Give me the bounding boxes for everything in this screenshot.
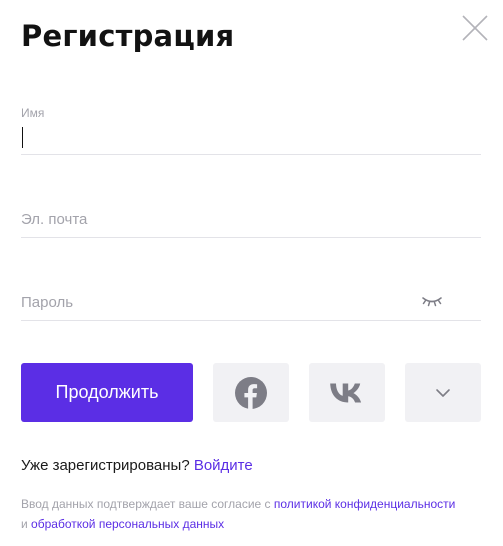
chevron-down-icon: [436, 388, 450, 397]
login-prompt: Уже зарегистрированы? Войдите: [21, 457, 253, 474]
password-input[interactable]: [21, 283, 485, 322]
login-link[interactable]: Войдите: [194, 457, 253, 474]
facebook-icon: [235, 376, 267, 409]
vk-icon: [330, 383, 362, 402]
facebook-login-button[interactable]: [213, 363, 289, 422]
password-field[interactable]: Пароль: [21, 283, 485, 322]
dialog-title: Регистрация: [21, 19, 235, 53]
email-field[interactable]: Эл. почта: [21, 200, 485, 239]
close-icon: [462, 15, 488, 41]
data-processing-link[interactable]: обработкой персональных данных: [31, 517, 224, 531]
registration-dialog: Регистрация Имя Эл. почта Пароль Продолж…: [0, 0, 503, 546]
continue-button[interactable]: Продолжить: [21, 363, 193, 422]
email-input[interactable]: [21, 200, 485, 239]
close-button[interactable]: [460, 13, 490, 43]
name-field[interactable]: Имя: [21, 100, 485, 156]
eye-closed-icon: [422, 297, 442, 307]
privacy-policy-link[interactable]: политикой конфиденциальности: [274, 497, 455, 511]
consent-text: Ввод данных подтверждает ваше согласие с…: [21, 494, 461, 534]
show-password-toggle[interactable]: [421, 294, 443, 308]
more-login-options-button[interactable]: [405, 363, 481, 422]
name-input[interactable]: [21, 100, 485, 156]
consent-text-before: Ввод данных подтверждает ваше согласие с: [21, 497, 274, 511]
consent-text-middle: и: [21, 517, 32, 531]
login-prompt-text: Уже зарегистрированы?: [21, 457, 194, 474]
vk-login-button[interactable]: [309, 363, 385, 422]
